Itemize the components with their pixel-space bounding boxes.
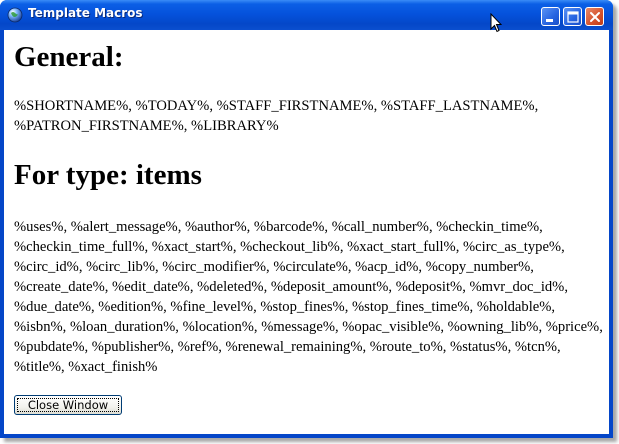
- maximize-icon: [567, 11, 579, 23]
- type-macros-text: %uses%, %alert_message%, %author%, %barc…: [14, 219, 603, 375]
- close-button[interactable]: [585, 7, 604, 26]
- minimize-icon: [546, 19, 553, 22]
- window-content: General: %SHORTNAME%, %TODAY%, %STAFF_FI…: [4, 30, 609, 434]
- close-icon: [590, 12, 600, 22]
- mouse-pointer-icon: [490, 13, 502, 33]
- globe-icon: [7, 7, 23, 23]
- general-heading: General:: [14, 41, 124, 73]
- maximize-button[interactable]: [563, 7, 582, 26]
- minimize-button[interactable]: [541, 7, 560, 26]
- close-window-button[interactable]: Close Window: [14, 395, 122, 415]
- general-macros-text: %SHORTNAME%, %TODAY%, %STAFF_FIRSTNAME%,…: [14, 98, 539, 134]
- type-heading: For type: items: [14, 159, 202, 191]
- window-title: Template Macros: [28, 6, 143, 20]
- title-bar[interactable]: Template Macros: [0, 0, 613, 30]
- app-window: Template Macros General: %SHORTNAME%, %T…: [0, 0, 613, 438]
